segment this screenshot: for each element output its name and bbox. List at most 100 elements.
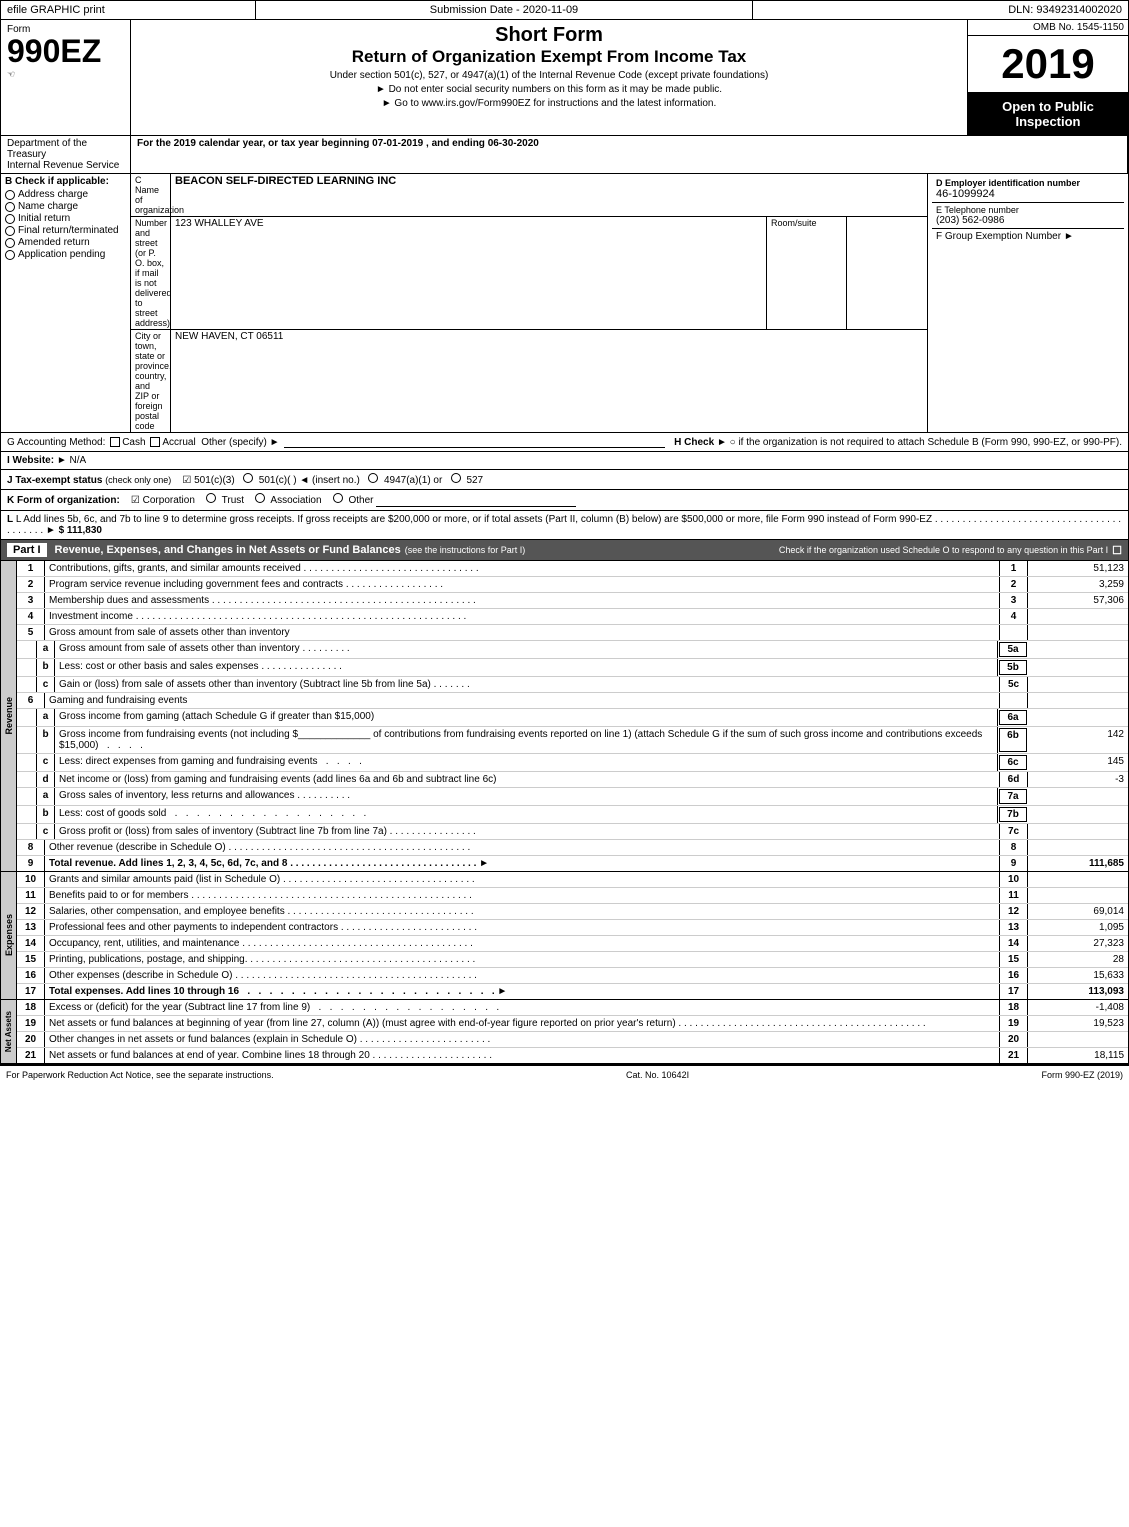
row-10-num: 10 [17, 872, 45, 887]
l-text: L Add lines 5b, 6c, and 7b to line 9 to … [16, 514, 932, 525]
check-item-initial: Initial return [5, 213, 126, 224]
row-6b-letter: b [37, 727, 55, 753]
row-13-linenum: 13 [1000, 920, 1028, 935]
tax-4947-radio[interactable] [368, 473, 378, 483]
row-5c-indent [17, 677, 37, 692]
schedule-o-note: Check if the organization used Schedule … [779, 545, 1108, 555]
pending-radio[interactable] [5, 250, 15, 260]
row-10: 10 Grants and similar amounts paid (list… [17, 872, 1128, 888]
revenue-side-label: Revenue [1, 561, 17, 871]
org-details-col: C Name of organization BEACON SELF-DIREC… [131, 174, 928, 432]
row-4-num: 4 [17, 609, 45, 624]
row-5-amount [1028, 625, 1128, 640]
row-6d-indent [17, 772, 37, 787]
row-5a: a Gross amount from sale of assets other… [17, 641, 1128, 659]
year-box: 2019 [968, 36, 1128, 93]
row-6-desc: Gaming and fundraising events [45, 693, 1000, 708]
final-label: Final return/terminated [18, 225, 119, 236]
row-6d: d Net income or (loss) from gaming and f… [17, 772, 1128, 788]
row-11-linenum: 11 [1000, 888, 1028, 903]
tax-501c-radio[interactable] [243, 473, 253, 483]
dln-number: DLN: 93492314002020 [753, 1, 1128, 19]
address-label: Address charge [18, 189, 88, 200]
row-5a-amount [1028, 641, 1128, 658]
city-value: NEW HAVEN, CT 06511 [171, 330, 927, 432]
net-assets-rows: 18 Excess or (deficit) for the year (Sub… [17, 1000, 1128, 1063]
row-20-linenum: 20 [1000, 1032, 1028, 1047]
row-11-num: 11 [17, 888, 45, 903]
name-radio[interactable] [5, 202, 15, 212]
row-6-main: 6 Gaming and fundraising events [17, 693, 1128, 709]
page: efile GRAPHIC print Submission Date - 20… [0, 0, 1129, 1527]
other-org-radio[interactable] [333, 493, 343, 503]
row-4: 4 Investment income . . . . . . . . . . … [17, 609, 1128, 625]
row-14-amount: 27,323 [1028, 936, 1128, 951]
tax-501c: 501(c)( ) ◄ (insert no.) [259, 475, 366, 486]
row-16-amount: 15,633 [1028, 968, 1128, 983]
row-21: 21 Net assets or fund balances at end of… [17, 1048, 1128, 1063]
row-7b-indent [17, 806, 37, 823]
row-17-amount: 113,093 [1028, 984, 1128, 999]
fgroup-label: F Group Exemption Number [936, 231, 1061, 242]
row-13-amount: 1,095 [1028, 920, 1128, 935]
check-item-amended: Amended return [5, 237, 126, 248]
row-5c: c Gain or (loss) from sale of assets oth… [17, 677, 1128, 693]
fgroup-section: F Group Exemption Number ► [932, 229, 1124, 244]
row-20-num: 20 [17, 1032, 45, 1047]
expenses-label: Expenses [4, 914, 14, 956]
row-21-amount: 18,115 [1028, 1048, 1128, 1063]
row-5b-amount [1028, 659, 1128, 676]
row-15: 15 Printing, publications, postage, and … [17, 952, 1128, 968]
phone-value: (203) 562-0986 [936, 215, 1120, 226]
trust-radio[interactable] [206, 493, 216, 503]
part-i-title: Revenue, Expenses, and Changes in Net As… [55, 544, 401, 556]
row-8: 8 Other revenue (describe in Schedule O)… [17, 840, 1128, 856]
row-18-num: 18 [17, 1000, 45, 1015]
row-9: 9 Total revenue. Add lines 1, 2, 3, 4, 5… [17, 856, 1128, 871]
row-6a-indent [17, 709, 37, 726]
row-16-desc: Other expenses (describe in Schedule O) … [45, 968, 1000, 983]
accrual-checkbox[interactable] [150, 437, 160, 447]
cash-label: Cash [122, 437, 145, 448]
net-assets-side-label: Net Assets [1, 1000, 17, 1063]
row-6b-desc: Gross income from fundraising events (no… [55, 727, 998, 753]
row-5c-amount [1028, 677, 1128, 692]
ein-col: D Employer identification number 46-1099… [928, 174, 1128, 432]
initial-radio[interactable] [5, 214, 15, 224]
for-year-col: For the 2019 calendar year, or tax year … [131, 136, 1128, 173]
assoc-radio[interactable] [255, 493, 265, 503]
row-10-linenum: 10 [1000, 872, 1028, 887]
row-6b-indent [17, 727, 37, 753]
row-21-linenum: 21 [1000, 1048, 1028, 1063]
row-6-amount [1028, 693, 1128, 708]
row-7c: c Gross profit or (loss) from sales of i… [17, 824, 1128, 840]
row-17: 17 Total expenses. Add lines 10 through … [17, 984, 1128, 999]
row-6c-desc: Less: direct expenses from gaming and fu… [55, 754, 998, 771]
header-center: Short Form Return of Organization Exempt… [131, 20, 968, 135]
row-6c: c Less: direct expenses from gaming and … [17, 754, 1128, 772]
row-6c-indent [17, 754, 37, 771]
row-19-desc: Net assets or fund balances at beginning… [45, 1016, 1000, 1031]
go-to: ► Go to www.irs.gov/Form990EZ for instru… [135, 98, 963, 109]
row-19-linenum: 19 [1000, 1016, 1028, 1031]
part-i-checkbox[interactable]: ☐ [1112, 544, 1122, 557]
row-17-desc: Total expenses. Add lines 10 through 16 … [45, 984, 1000, 999]
amended-radio[interactable] [5, 238, 15, 248]
tax-501c3: ☑ 501(c)(3) [182, 475, 234, 486]
return-title: Return of Organization Exempt From Incom… [135, 47, 963, 67]
row-21-desc: Net assets or fund balances at end of ye… [45, 1048, 1000, 1063]
tax-527-radio[interactable] [451, 473, 461, 483]
row-7a-desc: Gross sales of inventory, less returns a… [55, 788, 998, 805]
row-3-amount: 57,306 [1028, 593, 1128, 608]
k-label: K Form of organization: [7, 495, 120, 506]
revenue-label: Revenue [4, 697, 14, 735]
efile-label: efile GRAPHIC print [1, 1, 256, 19]
header-section: Form 990EZ ☜ Short Form Return of Organi… [0, 20, 1129, 136]
cash-checkbox[interactable] [110, 437, 120, 447]
submission-date: Submission Date - 2020-11-09 [256, 1, 753, 19]
row-7b-letter: b [37, 806, 55, 823]
address-radio[interactable] [5, 190, 15, 200]
final-radio[interactable] [5, 226, 15, 236]
row-9-linenum: 9 [1000, 856, 1028, 871]
row-7a: a Gross sales of inventory, less returns… [17, 788, 1128, 806]
